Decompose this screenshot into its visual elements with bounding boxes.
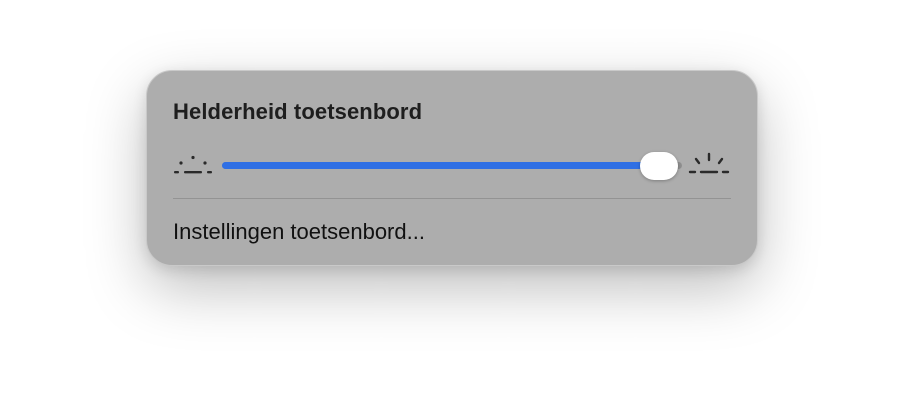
brightness-high-icon [688,152,730,174]
brightness-low-icon [174,155,212,174]
keyboard-brightness-panel: Helderheid toetsenbord Instellingen toet… [146,70,758,266]
keyboard-brightness-slider[interactable] [222,152,682,180]
keyboard-settings-menu-item[interactable]: Instellingen toetsenbord... [173,219,425,245]
slider-knob[interactable] [640,152,678,180]
slider-fill [222,162,659,169]
panel-title: Helderheid toetsenbord [173,99,423,124]
screen: Helderheid toetsenbord Instellingen toet… [0,0,904,412]
divider [173,198,731,199]
